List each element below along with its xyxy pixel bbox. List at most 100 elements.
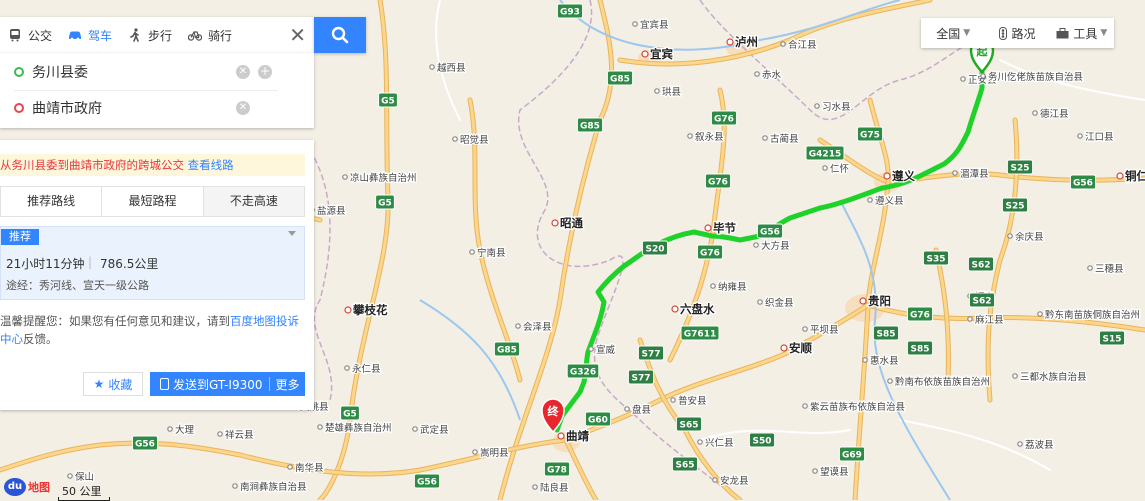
city-dot[interactable] [344,365,350,371]
city-label[interactable]: 兴仁县 [704,436,735,451]
city-dot[interactable] [867,197,873,203]
city-label[interactable]: 合江县 [787,38,818,53]
city-dot[interactable] [1077,133,1083,139]
city-label[interactable]: 盘县 [631,403,653,418]
region-selector[interactable]: 全国 ▼ [921,25,985,42]
city-dot[interactable] [588,346,594,352]
city-label[interactable]: 宜宾 [649,46,675,63]
city-label[interactable]: 六盘水 [679,301,716,318]
city-label[interactable]: 遵义县 [874,194,905,209]
close-icon[interactable]: ✕ [289,25,306,45]
city-dot[interactable] [342,174,348,180]
city-dot[interactable] [1007,233,1013,239]
city-label[interactable]: 凉山彝族自治州 [349,171,418,186]
city-dot[interactable] [671,305,679,313]
city-label[interactable]: 织金县 [764,296,795,311]
city-label[interactable]: 江口县 [1084,131,1115,145]
clear-origin-icon[interactable]: ✕ [236,65,250,79]
city-label[interactable]: 麻江县 [974,313,1005,328]
clear-destination-icon[interactable]: ✕ [236,101,250,115]
city-label[interactable]: 古蔺县 [769,132,800,147]
city-label[interactable]: 嵩明县 [479,447,510,461]
city-label[interactable]: 毕节 [712,220,738,237]
city-label[interactable]: 赤水 [761,68,783,83]
city-label[interactable]: 宁南县 [476,246,507,261]
city-dot[interactable] [712,477,718,483]
city-dot[interactable] [670,397,676,403]
collapse-chevron-icon[interactable] [288,231,296,236]
city-dot[interactable] [726,38,734,46]
view-route-link[interactable]: 查看线路 [188,158,234,172]
city-dot[interactable] [472,449,478,455]
city-label[interactable]: 珙县 [661,85,683,100]
city-label[interactable]: 昭通 [559,215,585,232]
city-label[interactable]: 望谟县 [819,465,850,480]
city-label[interactable]: 越西县 [436,61,467,76]
mode-walk-tab[interactable]: 步行 [120,17,180,53]
city-label[interactable]: 德江县 [1039,107,1070,122]
city-label[interactable]: 贵阳 [867,293,893,310]
city-label[interactable]: 遵义 [891,168,917,185]
city-dot[interactable] [780,344,788,352]
city-label[interactable]: 余庆县 [1014,230,1045,245]
city-dot[interactable] [710,283,716,289]
city-label[interactable]: 武定县 [419,423,450,438]
mode-bus-tab[interactable]: 公交 [0,17,60,53]
city-label[interactable]: 习水县 [821,100,852,115]
city-dot[interactable] [532,484,538,490]
city-dot[interactable] [883,172,891,180]
city-dot[interactable] [232,483,238,489]
city-dot[interactable] [412,426,418,432]
city-label[interactable]: 黔东南苗族侗族自治州 [1044,308,1142,323]
route-plan-card[interactable]: 推荐 21小时11分钟 | 786.5公里 途经：秀河线、宣天一级公路 [0,226,305,300]
city-dot[interactable] [1012,373,1018,379]
city-label[interactable]: 南涧彝族自治县 [239,480,308,495]
city-dot[interactable] [859,297,867,305]
city-label[interactable]: 昭觉县 [459,134,490,148]
city-dot[interactable] [515,323,521,329]
city-label[interactable]: 平坝县 [809,324,840,338]
city-dot[interactable] [641,50,649,58]
city-dot[interactable] [452,136,458,142]
city-dot[interactable] [67,473,73,479]
city-dot[interactable] [802,326,808,332]
search-button[interactable] [314,17,366,53]
city-label[interactable]: 曲靖 [565,428,591,445]
send-to-phone-button[interactable]: 发送到GT-I9300 更多 [150,372,305,396]
destination-field[interactable]: 曲靖市政府 ✕ [14,90,278,126]
city-dot[interactable] [757,299,763,305]
city-dot[interactable] [344,306,352,314]
city-dot[interactable] [317,424,323,430]
city-label[interactable]: 仁怀 [829,162,851,177]
mode-bike-tab[interactable]: 骑行 [180,17,240,53]
city-label[interactable]: 祥云县 [224,428,255,443]
city-dot[interactable] [654,88,660,94]
city-label[interactable]: 陆良县 [539,481,570,496]
city-dot[interactable] [762,135,768,141]
city-label[interactable]: 惠水县 [869,354,900,369]
city-label[interactable]: 紫云苗族布依族自治县 [809,400,907,415]
city-label[interactable]: 宜宾县 [639,18,670,33]
city-label[interactable]: 务川仡佬族苗族自治县 [987,70,1085,85]
city-dot[interactable] [1116,172,1124,180]
city-dot[interactable] [217,431,223,437]
city-label[interactable]: 大理 [174,423,196,438]
tab-recommended[interactable]: 推荐路线 [1,187,103,216]
city-label[interactable]: 荔波县 [1024,438,1055,453]
city-label[interactable]: 安顺 [788,340,814,357]
city-dot[interactable] [429,64,435,70]
city-label[interactable]: 普安县 [677,394,708,409]
city-label[interactable]: 保山 [74,470,96,485]
city-label[interactable]: 永仁县 [351,362,382,377]
city-dot[interactable] [980,73,986,79]
city-dot[interactable] [822,165,828,171]
city-dot[interactable] [802,403,808,409]
city-dot[interactable] [754,71,760,77]
city-dot[interactable] [952,170,958,176]
city-label[interactable]: 宣威 [595,343,617,358]
city-dot[interactable] [551,219,559,227]
city-dot[interactable] [469,249,475,255]
city-dot[interactable] [887,378,893,384]
city-dot[interactable] [960,76,966,82]
favorite-button[interactable]: ★ 收藏 [83,372,143,396]
